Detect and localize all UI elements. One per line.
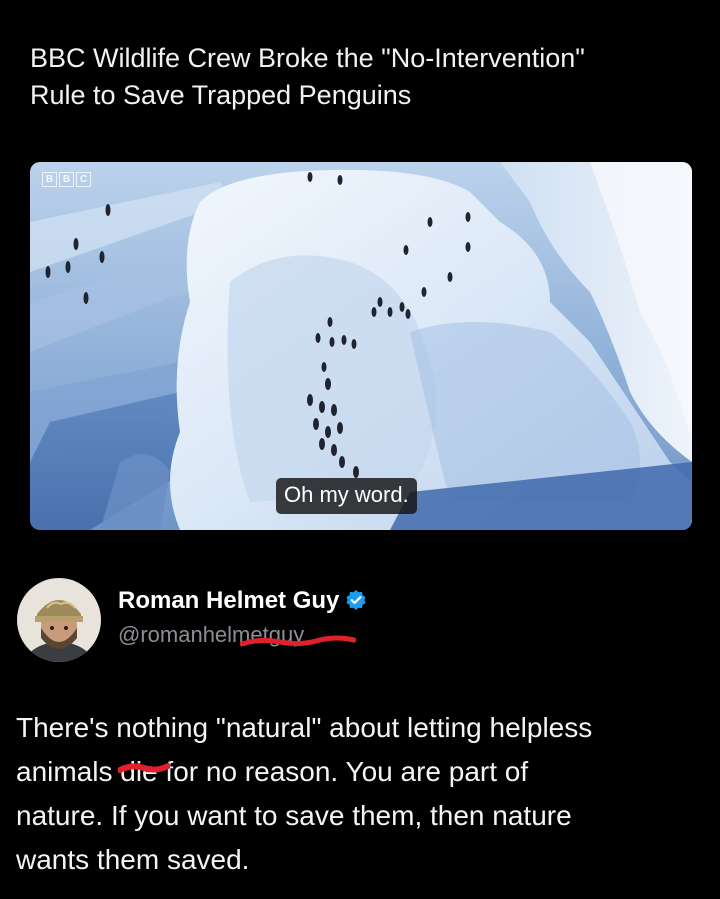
author-name[interactable]: Roman Helmet Guy [118,585,367,620]
tweet-text-segment: for no reason. You are part of [157,756,529,787]
headline-line-1: BBC Wildlife Crew Broke the "No-Interven… [30,43,585,73]
tweet-text-line-4: wants them saved. [16,844,250,875]
verified-badge-icon [345,588,367,620]
tweet-text-line-1: There's nothing "natural" about letting … [16,712,593,743]
author-handle-text: @romanhelmetguy [118,622,305,647]
tweet-text-line-3: nature. If you want to save them, then n… [16,800,572,831]
headline-line-2: Rule to Save Trapped Penguins [30,80,412,110]
tweet-text-line-2: animals die for no reason. You are part … [16,750,706,794]
bbc-logo-letter: C [76,172,91,187]
red-strike-mark [118,763,171,773]
avatar[interactable] [17,578,101,662]
video-subtitle: Oh my word. [276,478,417,514]
bbc-logo-letter: B [42,172,57,187]
bbc-logo-letter: B [59,172,74,187]
redacted-word: die [118,750,171,794]
post-headline: BBC Wildlife Crew Broke the "No-Interven… [30,40,700,114]
author-name-text: Roman Helmet Guy [118,587,340,614]
tweet-text: There's nothing "natural" about letting … [16,706,706,882]
author-handle[interactable]: @romanhelmetguy [118,620,356,650]
avatar-image [17,578,101,662]
bbc-logo: B B C [42,172,91,187]
video-frame[interactable]: B B C Oh my word. [30,162,692,530]
penguin-iceberg-image [30,162,692,530]
tweet-text-segment: animals [16,756,121,787]
